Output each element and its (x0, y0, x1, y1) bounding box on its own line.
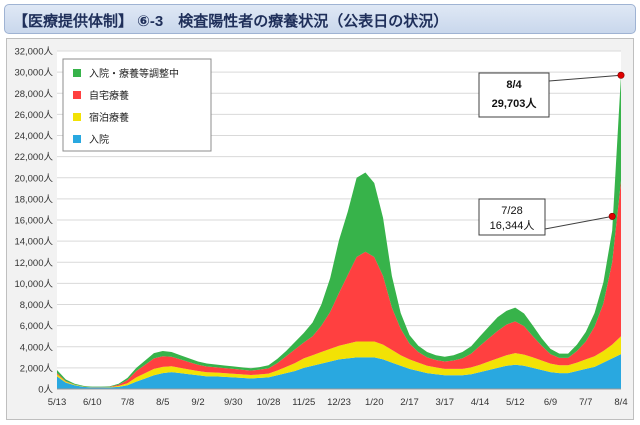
y-tick-label: 32,000人 (14, 47, 53, 58)
annotation-value: 29,703人 (492, 96, 538, 110)
x-tick-label: 12/23 (327, 397, 351, 408)
x-tick-label: 5/13 (48, 397, 67, 408)
y-tick-label: 8,000人 (20, 300, 54, 311)
y-tick-label: 10,000人 (14, 279, 53, 290)
annotation-value: 16,344人 (490, 219, 535, 232)
x-tick-label: 8/5 (156, 397, 169, 408)
x-tick-label: 6/9 (544, 397, 557, 408)
chart-panel: 0人 2,000人 4,000人 6,000人 8,000人 10,000人 12,000人… (6, 38, 634, 420)
x-tick-label: 9/2 (191, 397, 204, 408)
legend-label: 自宅療養 (89, 89, 129, 102)
y-tick-label: 12,000人 (14, 258, 53, 269)
y-tick-label: 0人 (38, 385, 53, 396)
y-tick-label: 14,000人 (14, 237, 53, 248)
page-header: 【医療提供体制】 ⑥-3 検査陽性者の療養状況（公表日の状況） (4, 4, 636, 34)
x-tick-label: 9/30 (224, 397, 243, 408)
x-tick-label: 8/4 (614, 397, 627, 408)
y-tick-label: 24,000人 (14, 131, 53, 142)
annotation-date: 7/28 (501, 205, 522, 217)
y-tick-label: 18,000人 (14, 194, 53, 205)
y-tick-label: 4,000人 (20, 342, 54, 353)
x-tick-label: 1/20 (365, 397, 384, 408)
legend-swatch (73, 69, 81, 77)
legend-swatch (73, 113, 81, 121)
y-tick-label: 6,000人 (20, 321, 54, 332)
annotation-date: 8/4 (506, 79, 522, 91)
y-tick-label: 28,000人 (14, 89, 53, 100)
x-tick-label: 7/8 (121, 397, 134, 408)
x-tick-label: 7/7 (579, 397, 592, 408)
y-tick-label: 16,000人 (14, 216, 53, 227)
chart: 0人 2,000人 4,000人 6,000人 8,000人 10,000人 12,000人… (14, 47, 627, 409)
legend-label: 入院・療養等調整中 (89, 67, 179, 80)
annotation-marker (608, 212, 616, 220)
legend-label: 入院 (89, 133, 109, 146)
legend-swatch (73, 91, 81, 99)
x-tick-label: 10/28 (257, 397, 281, 408)
x-tick-label: 2/17 (400, 397, 419, 408)
x-tick-label: 6/10 (83, 397, 102, 408)
annotation-marker (617, 71, 625, 79)
y-tick-label: 22,000人 (14, 152, 53, 163)
legend-label: 宿泊療養 (89, 111, 129, 124)
y-tick-label: 20,000人 (14, 173, 53, 184)
y-tick-label: 30,000人 (14, 68, 53, 79)
y-tick-label: 26,000人 (14, 110, 53, 121)
page-title: 【医療提供体制】 ⑥-3 検査陽性者の療養状況（公表日の状況） (13, 13, 449, 30)
legend: 入院・療養等調整中自宅療養宿泊療養入院 (62, 58, 212, 152)
x-tick-label: 5/12 (506, 397, 525, 408)
x-tick-label: 11/25 (292, 397, 315, 408)
legend-swatch (73, 135, 81, 143)
x-tick-label: 3/17 (436, 397, 455, 408)
x-tick-label: 4/14 (471, 397, 490, 408)
y-tick-label: 2,000人 (20, 363, 54, 374)
